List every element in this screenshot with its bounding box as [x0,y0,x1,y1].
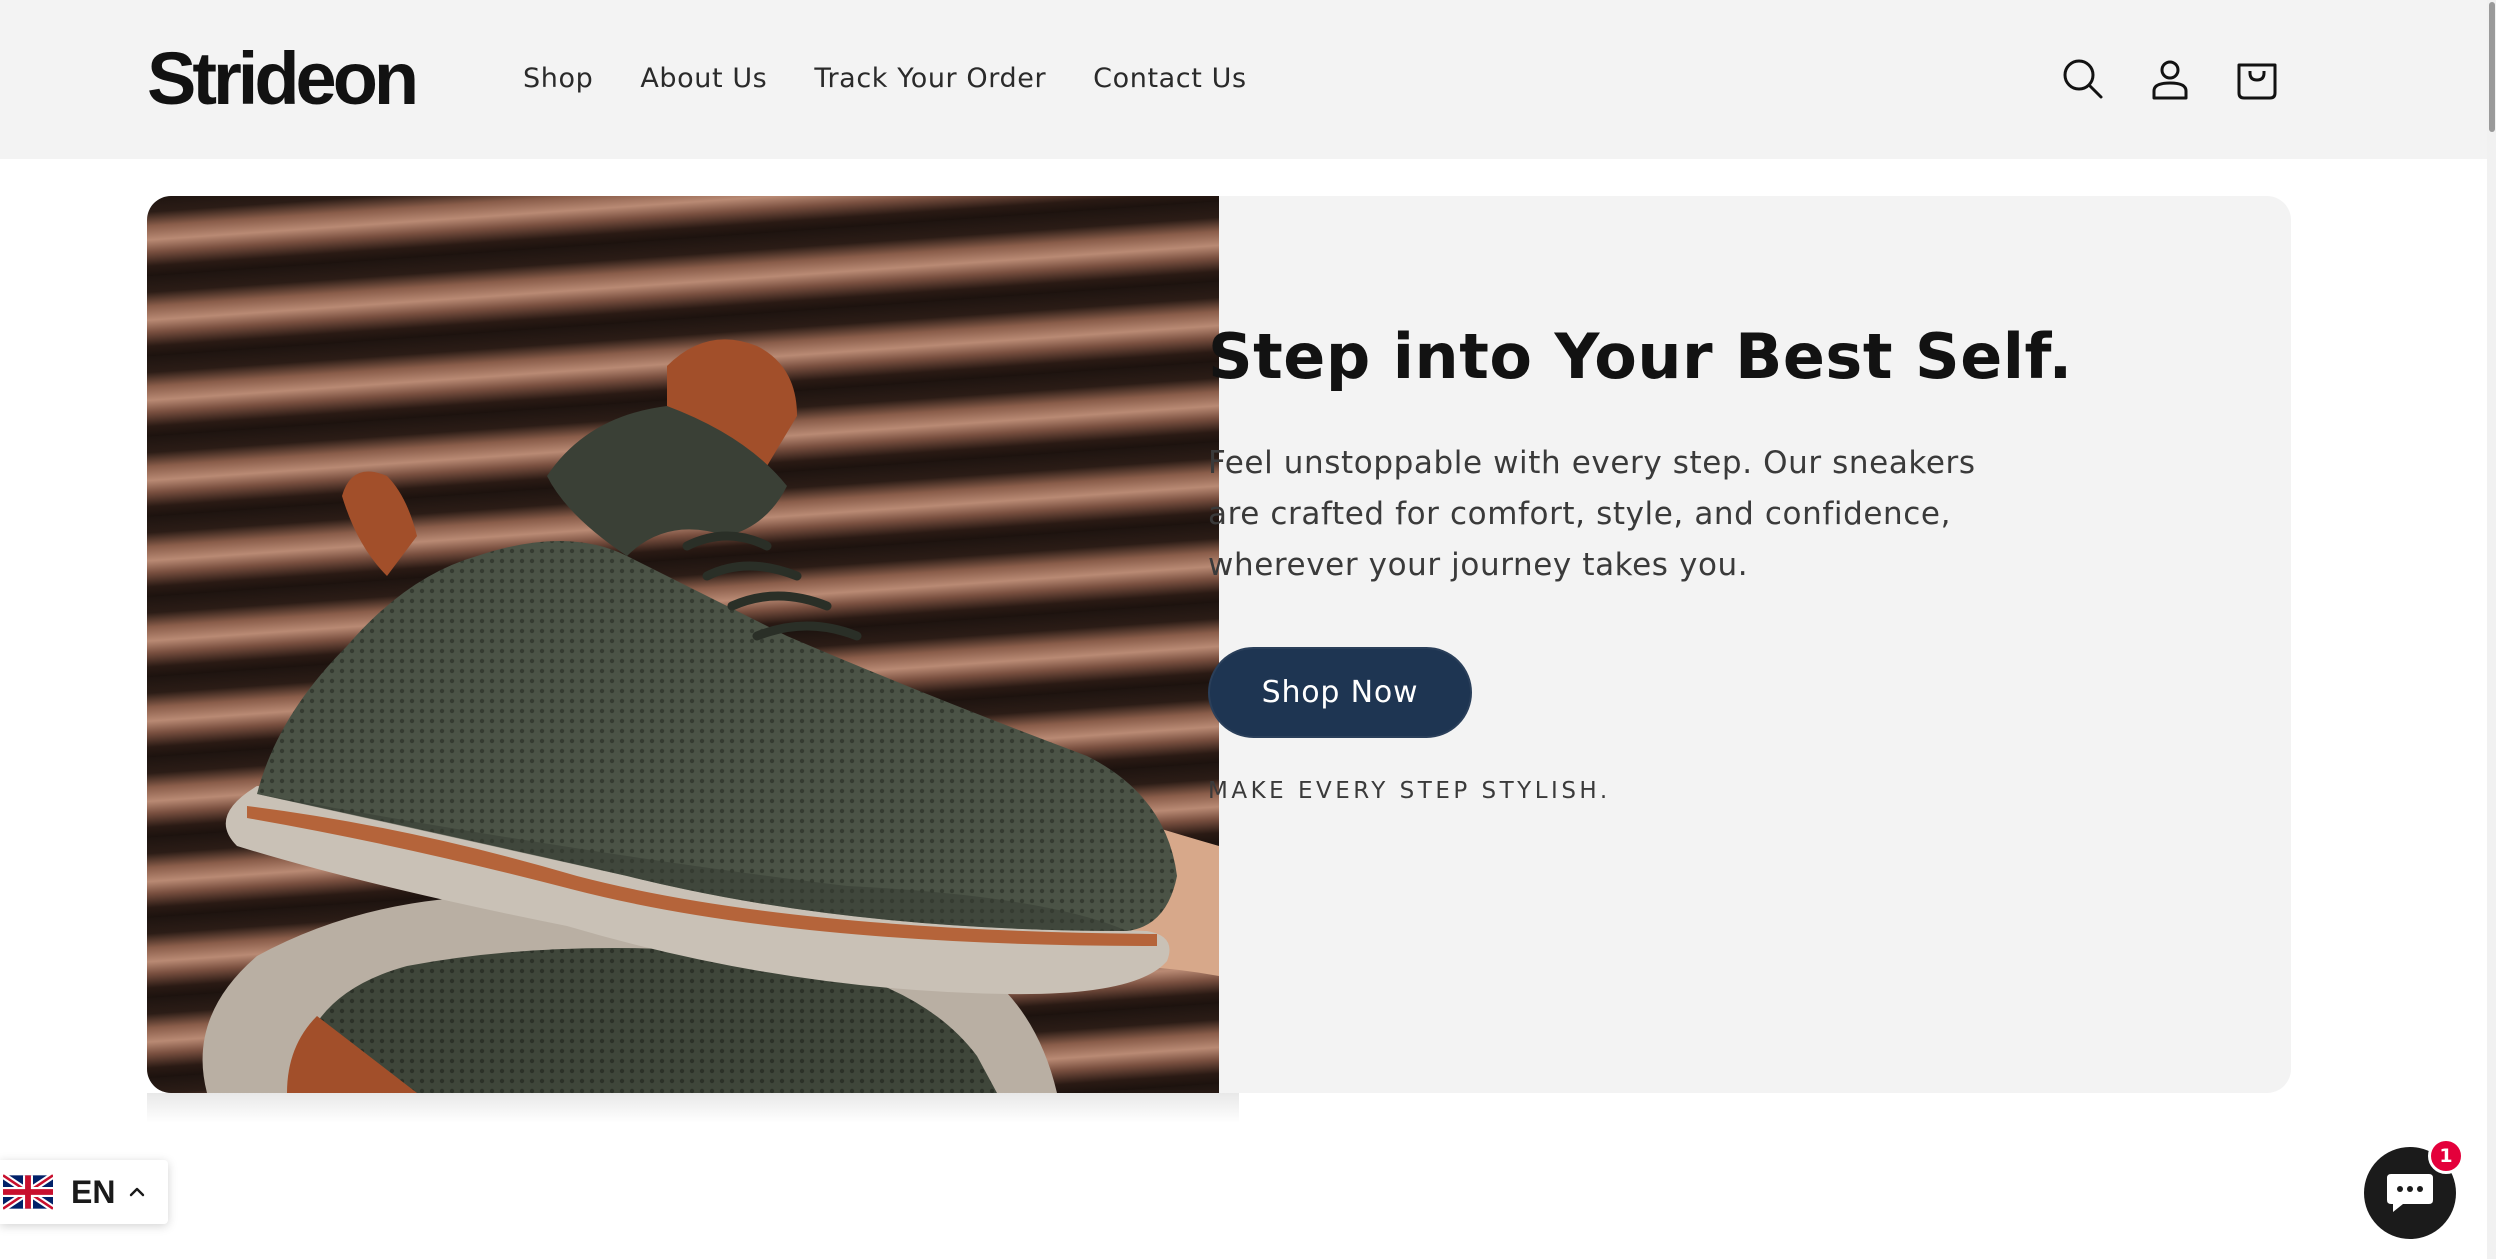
nav-contact-us[interactable]: Contact Us [1093,57,1246,101]
scrollbar-thumb[interactable] [2489,2,2495,132]
chevron-up-icon [130,1187,145,1197]
hero-tagline: MAKE EVERY STEP STYLISH. [1208,778,1611,804]
hero-image-shadow [147,1093,1239,1123]
language-selector[interactable]: EN [0,1160,168,1224]
hero-title: Step into Your Best Self. [1208,320,2073,393]
hero-description: Feel unstoppable with every step. Our sn… [1208,445,1976,583]
shop-now-button[interactable]: Shop Now [1208,647,1472,738]
nav-shop[interactable]: Shop [523,57,593,101]
hero-section: Step into Your Best Self. Feel unstoppab… [147,196,2291,1093]
main-nav: Shop About Us Track Your Order Contact U… [523,57,1294,101]
uk-flag-icon [3,1174,53,1210]
logo[interactable]: Strideon [147,38,419,120]
nav-track-order[interactable]: Track Your Order [814,57,1046,101]
hero-image [147,196,1219,1093]
chat-bubble-icon [2387,1174,2433,1212]
cart-icon[interactable] [2229,51,2285,107]
nav-about-us[interactable]: About Us [640,57,767,101]
account-icon[interactable] [2142,51,2198,107]
sneaker-illustration [202,339,1219,1093]
search-icon[interactable] [2055,51,2111,107]
site-header: Strideon Shop About Us Track Your Order … [0,0,2487,159]
page-scrollbar[interactable] [2487,0,2496,1259]
language-code: EN [71,1173,116,1210]
chat-notification-badge: 1 [2428,1138,2464,1174]
